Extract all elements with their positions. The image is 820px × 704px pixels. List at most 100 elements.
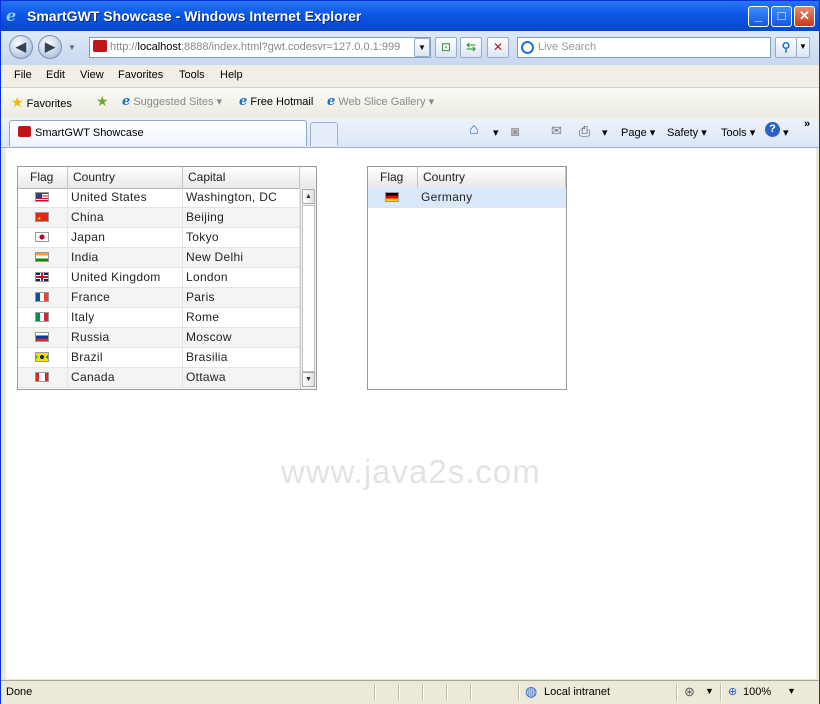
- zoom-level[interactable]: 100%: [743, 686, 771, 698]
- print-dropdown-icon[interactable]: ▾: [602, 126, 608, 139]
- selected-countries-grid: Flag Country Germany: [367, 166, 567, 390]
- tools-menu-label: Tools: [721, 127, 747, 139]
- table-row[interactable]: Russia Moscow: [18, 328, 300, 348]
- fr-flag-icon: [35, 292, 49, 302]
- table-row[interactable]: Brazil Brasilia: [18, 348, 300, 368]
- free-hotmail-label: Free Hotmail: [250, 96, 314, 108]
- menu-tools[interactable]: Tools: [179, 69, 205, 81]
- feeds-icon[interactable]: ◙: [511, 123, 519, 139]
- search-input[interactable]: Live Search: [517, 37, 771, 58]
- search-options-button[interactable]: ▼: [796, 37, 810, 58]
- intranet-globe-icon: ◍: [525, 683, 538, 699]
- table-row[interactable]: Germany: [368, 188, 566, 208]
- close-button[interactable]: ✕: [794, 6, 815, 27]
- suggested-sites-label: Suggested Sites: [133, 96, 214, 108]
- ie-page-icon: e: [122, 94, 131, 109]
- jp-flag-icon: [35, 232, 49, 242]
- web-slice-gallery-link[interactable]: e Web Slice Gallery ▾: [327, 94, 434, 109]
- de-flag-icon: [385, 192, 399, 202]
- tab-bar: SmartGWT Showcase ⌂ ▾ ◙ ✉ ⎙ ▾ Page ▾ Saf…: [1, 118, 819, 148]
- forward-button[interactable]: ▶: [38, 35, 62, 59]
- country-cell: United States: [68, 188, 183, 207]
- scroll-down-icon[interactable]: ▼: [302, 372, 315, 387]
- browser-window: e SmartGWT Showcase - Windows Internet E…: [0, 0, 820, 704]
- zoom-dropdown-icon[interactable]: ▼: [787, 686, 796, 696]
- home-icon[interactable]: ⌂: [469, 121, 479, 139]
- tab-smartgwt-showcase[interactable]: SmartGWT Showcase: [9, 120, 307, 146]
- protected-mode-dropdown-icon[interactable]: ▼: [705, 686, 714, 696]
- country-cell: United Kingdom: [68, 268, 183, 287]
- url-rest: :8888/index.html?gwt.codesvr=127.0.0.1:9…: [180, 41, 401, 53]
- suggested-sites-link[interactable]: e Suggested Sites ▾: [122, 94, 222, 109]
- print-icon[interactable]: ⎙: [579, 123, 590, 140]
- mail-icon[interactable]: ✉: [551, 123, 562, 139]
- menu-view[interactable]: View: [80, 69, 104, 81]
- compatibility-icon[interactable]: ⊡: [435, 37, 457, 58]
- header-flag[interactable]: Flag: [18, 167, 68, 188]
- country-cell: Brazil: [68, 348, 183, 367]
- page-content: www.java2s.com Flag Country Capital Unit…: [6, 148, 816, 679]
- new-tab-button[interactable]: [310, 122, 338, 146]
- country-cell: Japan: [68, 228, 183, 247]
- tools-menu[interactable]: Tools ▾: [721, 126, 755, 139]
- header-country[interactable]: Country: [68, 167, 183, 188]
- table-row[interactable]: United States Washington, DC: [18, 188, 300, 208]
- ie-logo-icon: e: [6, 6, 17, 25]
- address-field[interactable]: http://localhost:8888/index.html?gwt.cod…: [89, 37, 431, 58]
- header-capital[interactable]: Capital: [183, 167, 300, 188]
- table-row[interactable]: Italy Rome: [18, 308, 300, 328]
- address-dropdown-button[interactable]: ▼: [414, 38, 430, 57]
- ca-flag-icon: [35, 372, 49, 382]
- vertical-scrollbar[interactable]: ▲ ▼: [300, 188, 316, 389]
- history-dropdown-icon[interactable]: ▼: [68, 43, 76, 52]
- menu-help[interactable]: Help: [220, 69, 243, 81]
- ie-page-icon: e: [239, 94, 248, 109]
- country-cell: China: [68, 208, 183, 227]
- br-flag-icon: [35, 352, 49, 362]
- maximize-button[interactable]: □: [771, 6, 792, 27]
- table-row[interactable]: Canada Ottawa: [18, 368, 300, 388]
- favorites-button[interactable]: ★ Favorites: [11, 94, 72, 111]
- gb-flag-icon: [35, 272, 49, 282]
- help-dropdown-icon[interactable]: ▾: [783, 126, 789, 139]
- zoom-icon[interactable]: ⊕: [728, 685, 737, 698]
- capital-cell: Ottawa: [183, 368, 300, 387]
- menu-file[interactable]: File: [14, 69, 32, 81]
- refresh-icon[interactable]: ⇆: [460, 37, 482, 58]
- table-row[interactable]: Japan Tokyo: [18, 228, 300, 248]
- help-icon[interactable]: ?: [765, 122, 780, 137]
- menu-favorites[interactable]: Favorites: [118, 69, 163, 81]
- protected-mode-icon[interactable]: ⊛: [684, 684, 695, 700]
- grid-header: Flag Country: [368, 167, 566, 189]
- search-button[interactable]: ⚲: [775, 37, 797, 58]
- safety-menu[interactable]: Safety ▾: [667, 126, 707, 139]
- back-button[interactable]: ◀: [9, 35, 33, 59]
- scroll-thumb[interactable]: [302, 205, 315, 372]
- live-search-icon: [521, 41, 534, 54]
- country-cell: Germany: [418, 188, 566, 207]
- page-menu[interactable]: Page ▾: [621, 126, 655, 139]
- country-cell: Russia: [68, 328, 183, 347]
- capital-cell: Rome: [183, 308, 300, 327]
- free-hotmail-link[interactable]: e Free Hotmail: [239, 94, 313, 109]
- page-icon: [18, 126, 31, 137]
- capital-cell: Washington, DC: [183, 188, 300, 207]
- toolbar-overflow-icon[interactable]: »: [804, 118, 810, 130]
- table-row[interactable]: United Kingdom London: [18, 268, 300, 288]
- menu-bar: File Edit View Favorites Tools Help: [1, 65, 819, 88]
- table-row[interactable]: France Paris: [18, 288, 300, 308]
- add-favorite-icon[interactable]: ★: [96, 93, 109, 110]
- header-country[interactable]: Country: [418, 167, 566, 188]
- stop-icon[interactable]: ✕: [487, 37, 509, 58]
- table-row[interactable]: ★ China Beijing: [18, 208, 300, 228]
- flag-cell: [18, 228, 68, 247]
- minimize-button[interactable]: _: [748, 6, 769, 27]
- flag-cell: [18, 268, 68, 287]
- scroll-up-icon[interactable]: ▲: [302, 189, 315, 204]
- table-row[interactable]: India New Delhi: [18, 248, 300, 268]
- countries-grid: Flag Country Capital United States Washin…: [17, 166, 317, 390]
- menu-edit[interactable]: Edit: [46, 69, 65, 81]
- home-dropdown-icon[interactable]: ▾: [493, 126, 499, 139]
- header-flag[interactable]: Flag: [368, 167, 418, 188]
- page-icon: [93, 40, 107, 52]
